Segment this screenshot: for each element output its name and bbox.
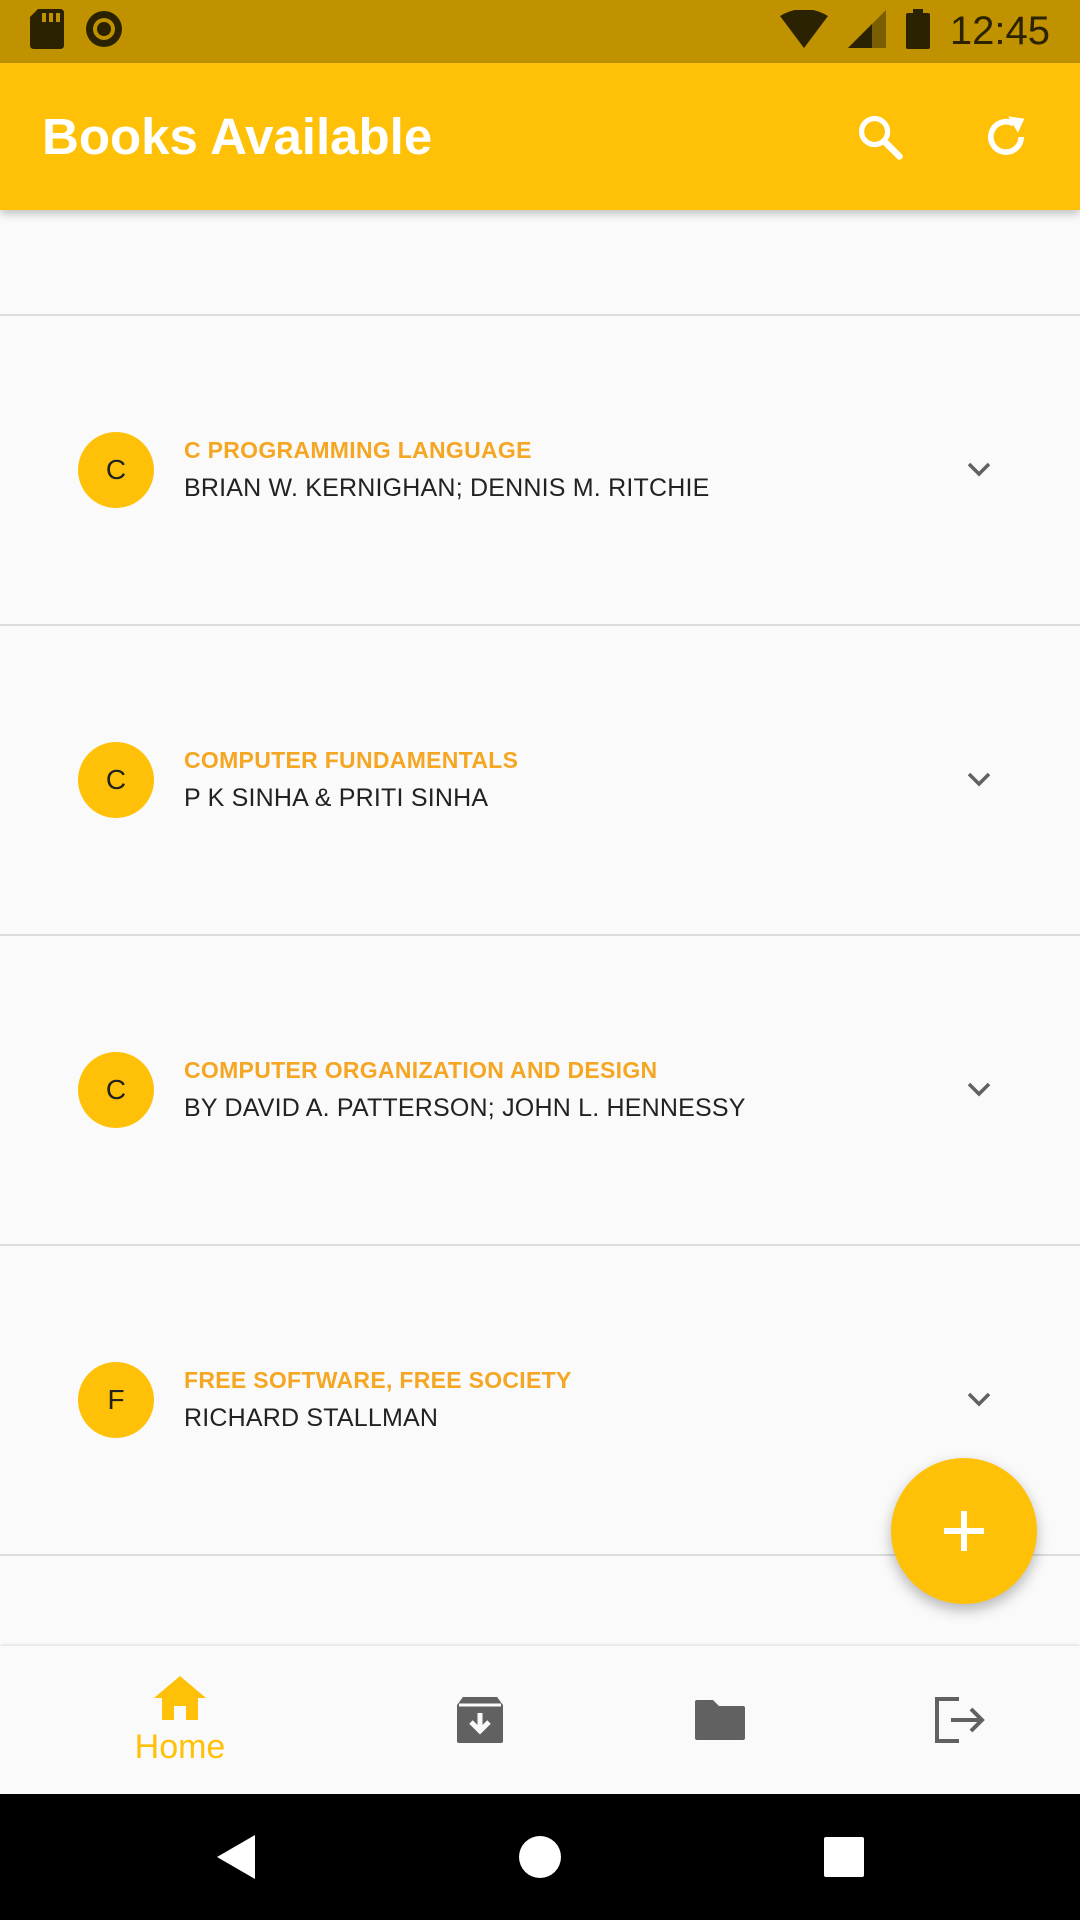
status-right: 12:45 <box>779 9 1050 54</box>
nav-item-archive[interactable] <box>390 1646 570 1794</box>
home-circle-icon <box>519 1836 561 1878</box>
logout-icon <box>935 1697 985 1743</box>
book-author: P K SINHA & PRITI SINHA <box>184 784 489 812</box>
refresh-icon <box>988 115 1025 155</box>
nav-item-home[interactable]: Home <box>90 1646 270 1794</box>
expand-button[interactable] <box>962 1073 996 1107</box>
chevron-down-icon <box>967 1392 991 1407</box>
chevron-down-icon <box>967 772 991 787</box>
book-title: COMPUTER ORGANIZATION AND DESIGN <box>184 1057 658 1083</box>
list-top-spacer <box>0 210 1080 316</box>
book-avatar: C <box>78 742 154 818</box>
back-icon <box>217 1835 255 1879</box>
book-avatar: F <box>78 1362 154 1438</box>
back-button[interactable] <box>203 1824 269 1890</box>
battery-icon <box>905 9 930 54</box>
book-text: FREE SOFTWARE, FREE SOCIETY RICHARD STAL… <box>184 1367 572 1433</box>
expand-button[interactable] <box>962 763 996 797</box>
book-list-item[interactable]: C COMPUTER FUNDAMENTALS P K SINHA & PRIT… <box>0 626 1080 936</box>
search-button[interactable] <box>842 99 918 175</box>
expand-button[interactable] <box>962 453 996 487</box>
search-icon <box>858 115 903 160</box>
home-icon <box>154 1675 206 1720</box>
circle-record-icon <box>84 9 124 54</box>
book-author: RICHARD STALLMAN <box>184 1404 439 1432</box>
page-title: Books Available <box>42 108 433 165</box>
app-bar: Books Available <box>0 63 1080 210</box>
book-list-item[interactable]: C COMPUTER ORGANIZATION AND DESIGN BY DA… <box>0 936 1080 1246</box>
folder-icon <box>695 1700 745 1740</box>
book-title: COMPUTER FUNDAMENTALS <box>184 747 519 773</box>
system-home-button[interactable] <box>507 1824 573 1890</box>
status-bar: 12:45 <box>0 0 1080 63</box>
recents-button[interactable] <box>811 1824 877 1890</box>
system-navigation-bar <box>0 1794 1080 1920</box>
sd-card-icon <box>30 9 64 54</box>
book-avatar: C <box>78 1052 154 1128</box>
expand-button[interactable] <box>962 1383 996 1417</box>
bottom-navigation: Home <box>0 1646 1080 1794</box>
status-left <box>30 9 124 54</box>
nav-item-logout[interactable] <box>870 1646 1050 1794</box>
chevron-down-icon <box>967 462 991 477</box>
book-text: COMPUTER FUNDAMENTALS P K SINHA & PRITI … <box>184 747 518 813</box>
status-time: 12:45 <box>949 9 1050 53</box>
signal-icon <box>847 10 886 53</box>
add-book-button[interactable] <box>891 1458 1037 1604</box>
nav-item-folder[interactable] <box>630 1646 810 1794</box>
archive-download-icon <box>457 1697 503 1743</box>
book-author: BY DAVID A. PATTERSON; JOHN L. HENNESSY <box>184 1094 746 1122</box>
book-title: FREE SOFTWARE, FREE SOCIETY <box>184 1367 572 1393</box>
refresh-button[interactable] <box>968 99 1044 175</box>
recents-icon <box>824 1837 864 1877</box>
app-bar-actions <box>842 99 1080 175</box>
book-list-item[interactable]: C C PROGRAMMING LANGUAGE BRIAN W. KERNIG… <box>0 316 1080 626</box>
book-title: C PROGRAMMING LANGUAGE <box>184 437 532 463</box>
book-author: BRIAN W. KERNIGHAN; DENNIS M. RITCHIE <box>184 474 710 502</box>
book-text: C PROGRAMMING LANGUAGE BRIAN W. KERNIGHA… <box>184 437 710 503</box>
wifi-icon <box>779 9 828 53</box>
book-text: COMPUTER ORGANIZATION AND DESIGN BY DAVI… <box>184 1057 746 1123</box>
book-list[interactable]: C C PROGRAMMING LANGUAGE BRIAN W. KERNIG… <box>0 210 1080 1646</box>
nav-label-home: Home <box>134 1727 226 1766</box>
book-avatar: C <box>78 432 154 508</box>
plus-icon <box>944 1511 984 1551</box>
chevron-down-icon <box>967 1082 991 1097</box>
